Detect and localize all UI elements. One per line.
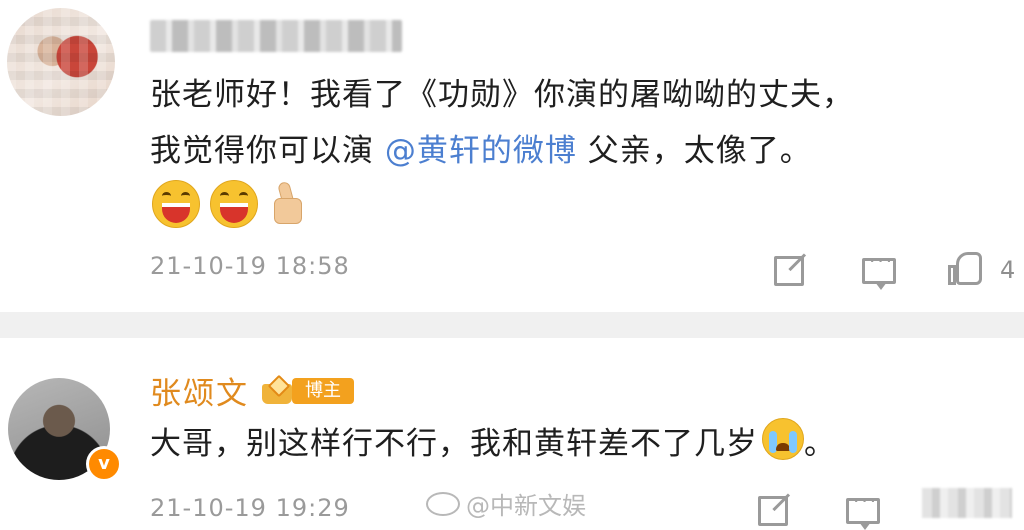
username-blurred[interactable] <box>150 20 402 52</box>
comment-text-line1: 张老师好！我看了《功勋》你演的屠呦呦的丈夫， <box>150 77 854 113</box>
thumbs-up-emoji <box>268 180 304 226</box>
comment-separator <box>0 312 1024 338</box>
timestamp: 21-10-19 18:58 <box>150 252 350 280</box>
like-icon-hand <box>956 252 982 285</box>
watermark-text: @中新文娱 <box>466 492 586 520</box>
timestamp: 21-10-19 19:29 <box>150 494 350 522</box>
watermark: @中新文娱 <box>426 486 586 521</box>
crying-emoji <box>762 418 804 460</box>
laugh-emoji <box>210 180 258 228</box>
comment-text-line2-prefix: 我觉得你可以演 <box>150 133 374 169</box>
laugh-emoji-mouth <box>220 203 248 223</box>
comment-text-line2-suffix: 父亲，太像了。 <box>587 133 812 169</box>
comment-1: 张老师好！我看了《功勋》你演的屠呦呦的丈夫， 我觉得你可以演 @黄轩的微博 父亲… <box>0 0 1024 312</box>
comment-text-main: 大哥，别这样行不行，我和黄轩差不了几岁 <box>150 426 758 462</box>
mention-link[interactable]: @黄轩的微博 <box>385 133 577 169</box>
laugh-emoji <box>152 180 200 228</box>
blogger-badge: 博主 <box>292 378 354 404</box>
like-icon-stem <box>948 265 956 285</box>
comment-text-line2: 我觉得你可以演 @黄轩的微博 父亲，太像了。 <box>150 126 812 176</box>
comment-icon[interactable] <box>862 249 896 290</box>
comment-text-end: 。 <box>804 426 836 462</box>
crying-emoji-mouth <box>776 443 790 451</box>
comment-text: 大哥，别这样行不行，我和黄轩差不了几岁 。 <box>150 418 836 469</box>
comment-icon[interactable] <box>846 489 880 530</box>
emoji-row <box>152 180 304 228</box>
like-count: 4 <box>1000 256 1016 284</box>
share-icon[interactable] <box>758 496 788 526</box>
comment-2: v 张颂文 博主 大哥，别这样行不行，我和黄轩差不了几岁 。 21-10-19 1… <box>0 338 1024 530</box>
palm-shape <box>274 198 302 224</box>
verified-badge: v <box>86 446 122 482</box>
like-icon[interactable] <box>948 252 984 286</box>
avatar[interactable] <box>7 8 115 116</box>
crown-icon <box>262 374 292 404</box>
weibo-logo-icon <box>426 492 460 516</box>
blurred-corner <box>922 488 1012 518</box>
share-icon[interactable] <box>774 256 804 286</box>
username[interactable]: 张颂文 <box>150 368 249 413</box>
avatar-mosaic <box>7 8 115 116</box>
laugh-emoji-mouth <box>162 203 190 223</box>
